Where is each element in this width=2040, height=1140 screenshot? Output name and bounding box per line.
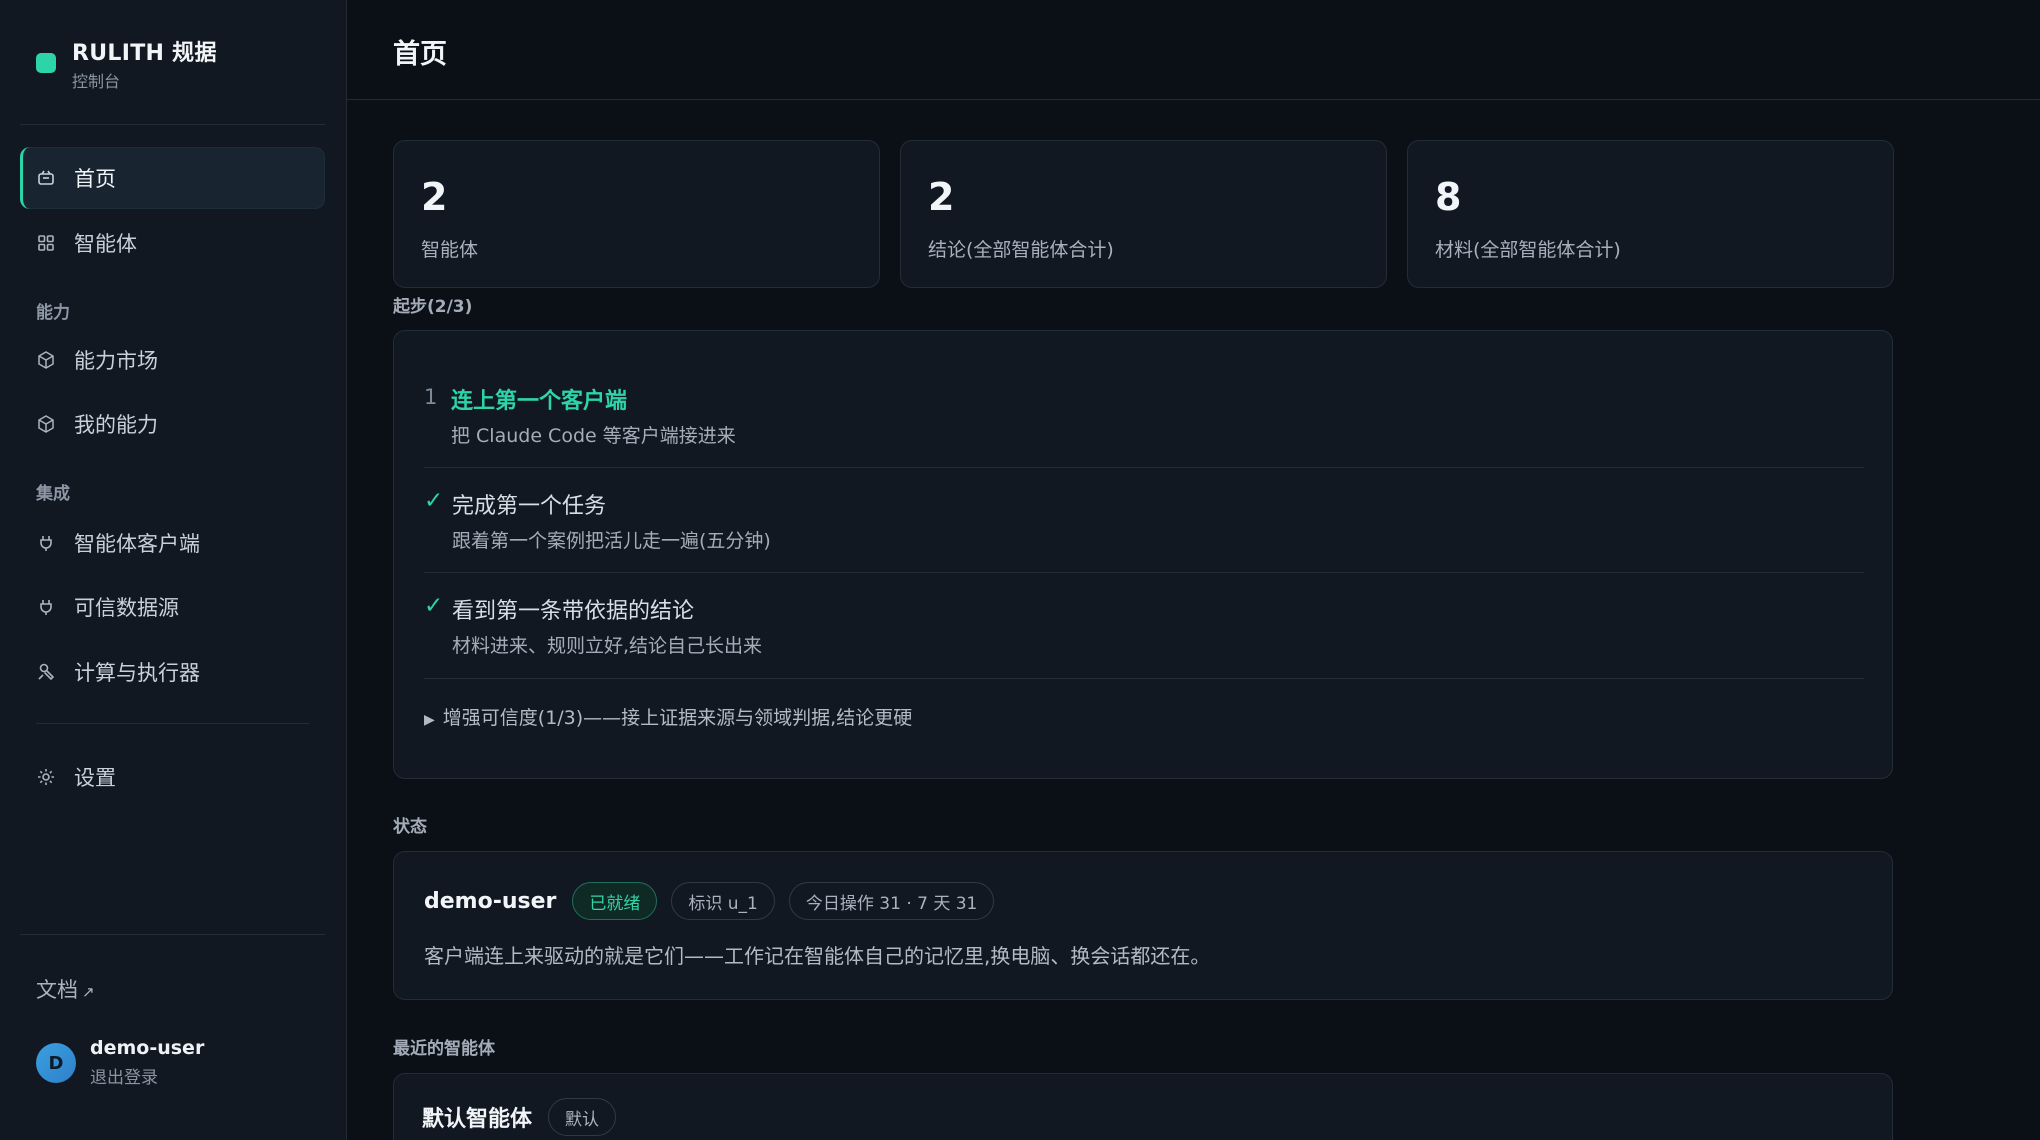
step-divider <box>424 572 1864 573</box>
default-badge: 默认 <box>548 1098 617 1136</box>
plug-icon <box>36 533 56 553</box>
sidebar-item-home[interactable]: 首页 <box>20 147 325 209</box>
sidebar-item-agents[interactable]: 智能体 <box>20 212 325 274</box>
stat-card-materials[interactable]: 8 材料(全部智能体合计) <box>1407 140 1894 288</box>
check-icon: ✓ <box>424 488 444 514</box>
sidebar-divider <box>36 723 309 724</box>
status-user-name: demo-user <box>424 888 557 914</box>
avatar[interactable]: D <box>36 1043 76 1083</box>
sidebar-item-label: 智能体 <box>74 232 137 256</box>
sidebar-item-label: 我的能力 <box>74 413 158 437</box>
brand-logo-icon <box>36 53 56 73</box>
sidebar-item-agent-clients[interactable]: 智能体客户端 <box>20 512 325 574</box>
stat-card-agents[interactable]: 2 智能体 <box>393 140 880 288</box>
sidebar-item-compute[interactable]: 计算与执行器 <box>20 641 325 703</box>
gear-icon <box>36 767 56 787</box>
credibility-expander[interactable]: ▶ 增强可信度(1/3)——接上证据来源与领域判据,结论更硬 <box>424 703 912 730</box>
status-badge: 已就绪 <box>572 882 658 920</box>
brand-title: RULITH 规据 <box>72 41 217 66</box>
sidebar-item-label: 智能体客户端 <box>74 532 200 556</box>
sidebar-item-label: 首页 <box>74 167 116 191</box>
cube-icon <box>36 414 56 434</box>
stat-card-conclusions[interactable]: 2 结论(全部智能体合计) <box>900 140 1387 288</box>
grid-icon <box>36 233 56 253</box>
sidebar: RULITH 规据 控制台 首页 智能体 能力 能力市场 我的能力 集成 智能体… <box>0 0 347 1140</box>
recent-agents-title: 最近的智能体 <box>393 1039 495 1059</box>
stat-value: 8 <box>1435 175 1462 219</box>
stat-value: 2 <box>421 175 448 219</box>
docs-link[interactable]: 文档 ↗ <box>36 974 95 1004</box>
home-icon <box>36 168 56 188</box>
sidebar-item-label: 能力市场 <box>74 349 158 373</box>
step-desc: 材料进来、规则立好,结论自己长出来 <box>452 635 763 657</box>
section-label-integration: 集成 <box>36 484 70 504</box>
topbar: 首页 <box>347 0 2040 100</box>
sidebar-item-market[interactable]: 能力市场 <box>20 329 325 391</box>
sidebar-divider <box>20 934 325 935</box>
step-desc: 把 Claude Code 等客户端接进来 <box>451 425 736 447</box>
wrench-icon <box>36 662 56 682</box>
brand[interactable]: RULITH 规据 控制台 <box>36 40 217 93</box>
user-box: D demo-user 退出登录 <box>36 1036 204 1090</box>
triangle-right-icon: ▶ <box>424 712 435 728</box>
external-link-icon: ↗ <box>82 983 95 1001</box>
main-content: 首页 2 智能体 2 结论(全部智能体合计) 8 材料(全部智能体合计) 起步(… <box>347 0 2040 1140</box>
sidebar-item-label: 计算与执行器 <box>74 661 200 685</box>
plug-icon <box>36 597 56 617</box>
section-label-ability: 能力 <box>36 303 70 323</box>
ops-badge: 今日操作 31 · 7 天 31 <box>788 882 995 920</box>
sidebar-item-label: 设置 <box>74 766 116 790</box>
step-number: 1 <box>424 385 438 409</box>
stat-label: 结论(全部智能体合计) <box>928 239 1114 261</box>
docs-label: 文档 <box>36 978 78 1002</box>
id-badge: 标识 u_1 <box>671 882 775 920</box>
sidebar-item-data-sources[interactable]: 可信数据源 <box>20 576 325 638</box>
status-panel: demo-user 已就绪 标识 u_1 今日操作 31 · 7 天 31 客户… <box>393 851 1893 1000</box>
status-description: 客户端连上来驱动的就是它们——工作记在智能体自己的记忆里,换电脑、换会话都还在。 <box>424 944 1211 968</box>
status-title: 状态 <box>393 817 427 837</box>
brand-subtitle: 控制台 <box>72 72 121 91</box>
onboarding-title: 起步(2/3) <box>393 297 473 317</box>
page-title: 首页 <box>393 39 447 70</box>
logout-link[interactable]: 退出登录 <box>90 1066 204 1090</box>
expander-label: 增强可信度(1/3)——接上证据来源与领域判据,结论更硬 <box>442 707 913 729</box>
onboarding-panel: 1 连上第一个客户端 把 Claude Code 等客户端接进来 ✓ 完成第一个… <box>393 330 1893 779</box>
step-title: 完成第一个任务 <box>452 494 607 519</box>
sidebar-item-label: 可信数据源 <box>74 596 179 620</box>
step-divider <box>424 467 1864 468</box>
stat-value: 2 <box>928 175 955 219</box>
step-desc: 跟着第一个案例把活儿走一遍(五分钟) <box>452 530 771 552</box>
check-icon: ✓ <box>424 593 444 619</box>
sidebar-divider <box>20 124 325 125</box>
sidebar-item-my-abilities[interactable]: 我的能力 <box>20 393 325 455</box>
agent-card[interactable]: 默认智能体 默认 <box>393 1073 1893 1140</box>
step-divider <box>424 678 1864 679</box>
stat-label: 智能体 <box>421 239 479 261</box>
stat-label: 材料(全部智能体合计) <box>1435 239 1621 261</box>
step-title: 看到第一条带依据的结论 <box>452 599 695 624</box>
sidebar-item-settings[interactable]: 设置 <box>20 746 325 808</box>
step-title: 连上第一个客户端 <box>451 389 628 414</box>
agent-name: 默认智能体 <box>422 1107 533 1132</box>
user-name: demo-user <box>90 1037 205 1059</box>
cube-icon <box>36 350 56 370</box>
